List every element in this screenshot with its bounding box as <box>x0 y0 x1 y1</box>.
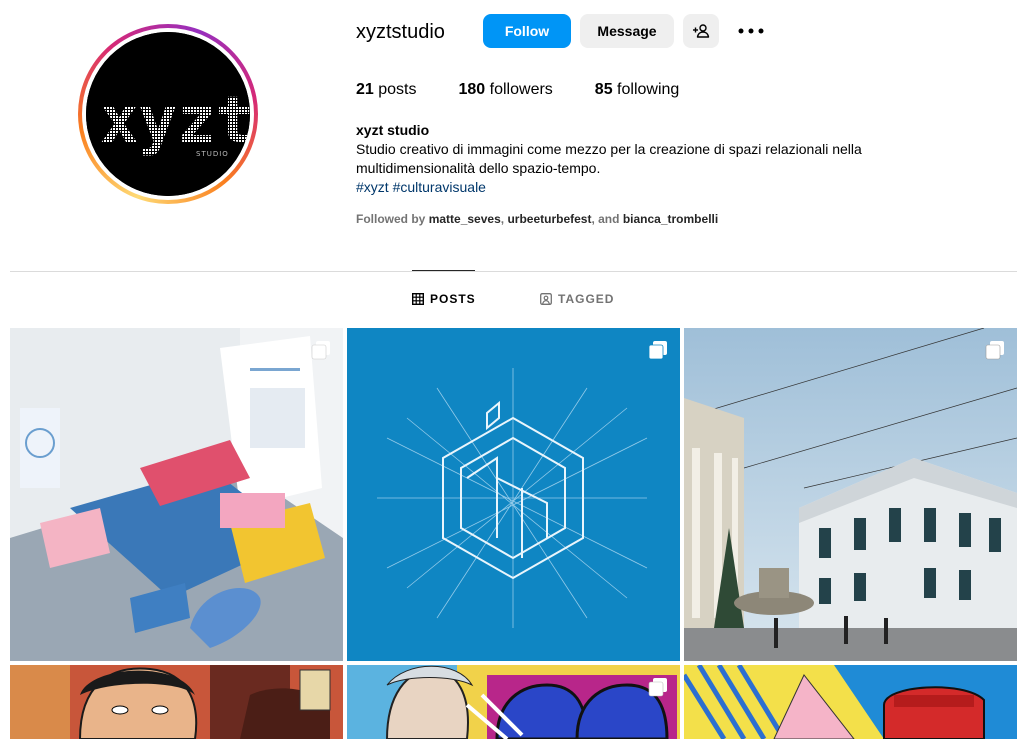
tag-icon <box>540 293 552 305</box>
post-tile-6[interactable] <box>684 665 1017 739</box>
bio-hashtags: #xyzt #culturavisuale <box>356 178 956 197</box>
followers-stat[interactable]: 180 followers <box>459 80 553 100</box>
follower-name-2[interactable]: urbeeturbefest <box>507 212 591 226</box>
tab-tagged-label: TAGGED <box>558 292 615 306</box>
tab-tagged[interactable]: TAGGED <box>540 292 614 306</box>
post-image-stationery <box>10 328 343 661</box>
hashtag-culturavisuale[interactable]: #culturavisuale <box>393 179 486 195</box>
add-user-icon <box>693 24 710 38</box>
followed-by[interactable]: Followed by matte_seves, urbeeturbefest,… <box>356 212 718 226</box>
tab-posts-label: POSTS <box>430 292 476 306</box>
bio-line-2: multidimensionalità dello spazio-tempo. <box>356 160 601 176</box>
followed-by-prefix: Followed by <box>356 212 426 226</box>
active-tab-indicator <box>412 270 475 271</box>
follower-name-3[interactable]: bianca_trombelli <box>623 212 718 226</box>
hashtag-xyzt[interactable]: #xyzt <box>356 179 389 195</box>
posts-label: posts <box>378 81 417 98</box>
bio-line-1: Studio creativo di immagini come mezzo p… <box>356 141 862 157</box>
profile-bio: xyzt studio Studio creativo di immagini … <box>356 121 956 197</box>
post-tile-2[interactable] <box>347 328 680 661</box>
post-image-painting-1 <box>10 665 343 739</box>
followers-label: followers <box>489 81 553 98</box>
following-count: 85 <box>594 81 613 98</box>
post-tile-4[interactable] <box>10 665 343 739</box>
more-options-button[interactable] <box>736 20 766 42</box>
posts-stat: 21 posts <box>356 80 417 100</box>
following-stat[interactable]: 85 following <box>595 80 680 100</box>
follow-button[interactable]: Follow <box>483 14 571 48</box>
message-button[interactable]: Message <box>580 14 674 48</box>
posts-count: 21 <box>356 81 374 98</box>
followers-count: 180 <box>458 81 486 98</box>
avatar-gap: xyzt STUDIO <box>82 28 254 200</box>
multiple-posts-icon <box>311 341 330 360</box>
tab-posts[interactable]: POSTS <box>412 292 476 306</box>
multiple-posts-icon <box>648 341 667 360</box>
followed-sep-2: , and <box>591 212 620 226</box>
following-label: following <box>617 81 680 98</box>
post-image-palace <box>684 328 1017 661</box>
followed-sep-1: , <box>500 212 505 226</box>
profile-avatar-ring[interactable]: xyzt STUDIO <box>78 24 258 204</box>
post-tile-3[interactable] <box>684 328 1017 661</box>
add-user-button[interactable] <box>683 14 719 48</box>
post-tile-5[interactable] <box>347 665 680 739</box>
post-image-painting-2 <box>347 665 680 739</box>
logo-subtext: STUDIO <box>196 150 229 158</box>
profile-stats: 21 posts 180 followers 85 following <box>356 80 721 100</box>
grid-icon <box>412 293 424 305</box>
multiple-posts-icon <box>648 678 667 697</box>
logo-text: xyzt <box>100 84 250 158</box>
bio-name: xyzt studio <box>356 122 430 138</box>
post-image-geometric <box>347 328 680 661</box>
xyzt-logo: xyzt STUDIO <box>86 32 250 196</box>
multiple-posts-icon <box>985 341 1004 360</box>
profile-username: xyztstudio <box>356 21 445 43</box>
follower-name-1[interactable]: matte_seves <box>429 212 501 226</box>
post-image-painting-3 <box>684 665 1017 739</box>
tabs-divider <box>10 271 1017 272</box>
more-horizontal-icon <box>738 28 764 34</box>
post-tile-1[interactable] <box>10 328 343 661</box>
avatar[interactable]: xyzt STUDIO <box>86 32 250 196</box>
